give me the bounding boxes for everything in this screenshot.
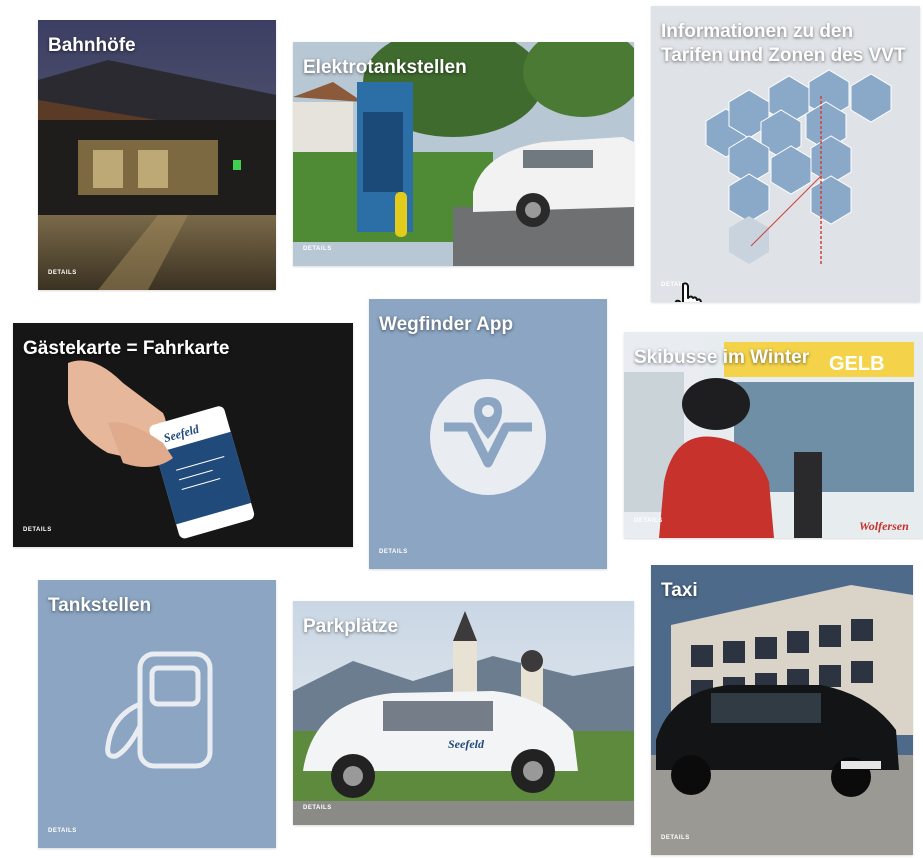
tile-skibusse[interactable]: GELB Wolfersen Skibusse im Winter DETAIL… (624, 332, 923, 538)
tile-title: Bahnhöfe (48, 35, 136, 56)
tile-title: Parkplätze (303, 616, 399, 637)
tile-title: Skibusse im Winter (634, 347, 810, 368)
details-link[interactable]: DETAILS (634, 518, 663, 524)
hand-pointer-icon (674, 282, 702, 302)
tile-bahnhoefe[interactable]: Bahnhöfe DETAILS (38, 20, 276, 290)
tile-parkplaetze[interactable]: Seefeld Parkplätze DETAILS (293, 601, 634, 825)
details-link[interactable]: DETAILS (48, 828, 77, 834)
bus-brand-text: Wolfersen (859, 519, 909, 533)
tile-title: Informationen zu den Tarifen und Zonen d… (661, 21, 906, 66)
tile-title: Tankstellen (48, 595, 152, 616)
fuel-pump-icon (105, 651, 213, 769)
tile-title: Wegfinder App (379, 314, 514, 335)
tile-title: Taxi (661, 580, 698, 601)
tile-tarife-vvt[interactable]: Informationen zu den Tarifen und Zonen d… (651, 6, 920, 302)
details-link[interactable]: DETAILS (23, 527, 52, 533)
tile-wegfinder-app[interactable]: Wegfinder App DETAILS (369, 299, 607, 569)
details-link[interactable]: DETAILS (48, 270, 77, 276)
tile-elektrotankstellen[interactable]: Elektrotankstellen DETAILS (293, 42, 634, 266)
tile-taxi[interactable]: Taxi DETAILS (651, 565, 913, 855)
details-link[interactable]: DETAILS (379, 549, 408, 555)
tile-tankstellen[interactable]: Tankstellen DETAILS (38, 580, 276, 848)
tile-gaestekarte[interactable]: Seefeld Gästekarte = Fahrkarte DETAILS (13, 323, 353, 547)
station-photo (38, 20, 276, 290)
car-brand-text: Seefeld (448, 737, 485, 751)
tile-title: Elektrotankstellen (303, 57, 467, 78)
wegfinder-logo-icon (430, 379, 546, 495)
tile-title: Gästekarte = Fahrkarte (23, 338, 230, 359)
details-link[interactable]: DETAILS (661, 835, 690, 841)
details-link[interactable]: DETAILS (303, 246, 332, 252)
taxi-photo (651, 565, 913, 855)
details-link[interactable]: DETAILS (303, 805, 332, 811)
